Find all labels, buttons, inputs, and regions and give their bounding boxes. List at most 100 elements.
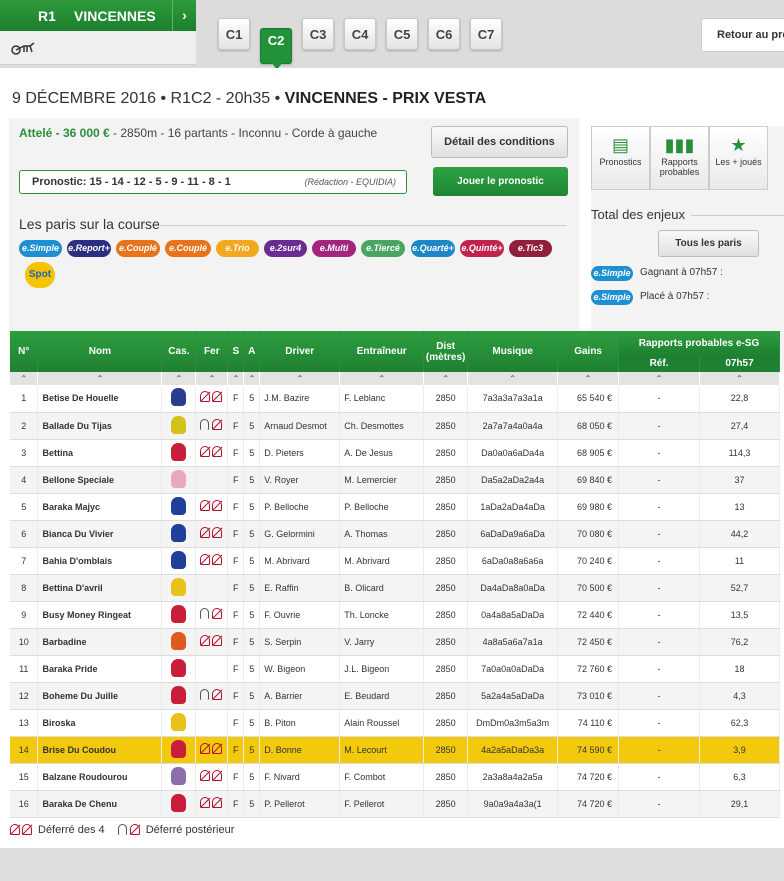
right-icon-0[interactable]: ▤ Pronostics bbox=[591, 126, 650, 190]
table-row[interactable]: 7 Bahia D'omblais F 5 M. Abrivard M. Abrivard… bbox=[10, 547, 781, 575]
bet-badge[interactable]: e.Quinté+ bbox=[460, 240, 504, 257]
reunion-badge[interactable]: R1 VINCENNES › bbox=[0, 0, 196, 31]
tous-paris-button[interactable]: Tous les paris bbox=[658, 230, 759, 257]
table-row[interactable]: 1 Betise De Houelle F 5 J.M. Bazire F. Leblan… bbox=[10, 385, 781, 413]
retour-button[interactable]: Retour au pro bbox=[701, 18, 784, 52]
sort-icon[interactable]: ⌃ bbox=[161, 372, 197, 385]
col-casaque[interactable]: Cas. bbox=[161, 331, 197, 372]
tab-c4[interactable]: C4 bbox=[344, 18, 376, 50]
col-num[interactable]: N° bbox=[10, 331, 39, 372]
cell-musique: Da0a0a6aDa4a bbox=[467, 439, 559, 467]
casaque-icon bbox=[171, 523, 187, 542]
right-icon-2[interactable]: ★ Les + joués bbox=[709, 126, 768, 190]
cell-dist: 2850 bbox=[423, 547, 469, 575]
table-row[interactable]: 8 Bettina D'avril F 5 E. Raffin B. Olicard 285… bbox=[10, 574, 781, 602]
sort-icon[interactable]: ⌃ bbox=[557, 372, 620, 385]
bet-badge[interactable]: e.Trio bbox=[216, 240, 259, 257]
col-fer[interactable]: Fer bbox=[195, 331, 229, 372]
bet-badge[interactable]: e.Multi bbox=[312, 240, 356, 257]
chevron-right-icon[interactable]: › bbox=[172, 0, 196, 31]
cell-nom: Busy Money Ringeat bbox=[37, 601, 163, 629]
table-row[interactable]: 16 Baraka De Chenu F 5 P. Pellerot F. Pellero… bbox=[10, 790, 781, 818]
sort-icon[interactable]: ⌃ bbox=[10, 372, 39, 385]
detail-conditions-button[interactable]: Détail des conditions bbox=[431, 126, 568, 158]
col-time[interactable]: 07h57 bbox=[699, 355, 781, 372]
cell-casaque bbox=[161, 763, 197, 791]
jouer-pronostic-button[interactable]: Jouer le pronostic bbox=[433, 167, 568, 196]
sort-icon[interactable]: ⌃ bbox=[37, 372, 163, 385]
table-row[interactable]: 6 Bianca Du Vivier F 5 G. Gelormini A. Thomas… bbox=[10, 520, 781, 548]
casaque-icon bbox=[171, 685, 187, 704]
right-icon-1[interactable]: ▮▮▮ Rapports probables bbox=[650, 126, 709, 190]
col-sexe[interactable]: S bbox=[227, 331, 245, 372]
table-row[interactable]: 9 Busy Money Ringeat F 5 F. Ouvrie Th. Loncke… bbox=[10, 601, 781, 629]
tab-c5[interactable]: C5 bbox=[386, 18, 418, 50]
sort-icon[interactable]: ⌃ bbox=[423, 372, 469, 385]
cell-casaque bbox=[161, 493, 197, 521]
sort-icon[interactable]: ⌃ bbox=[467, 372, 559, 385]
bet-badge[interactable]: e.Report+ bbox=[67, 240, 111, 257]
table-row[interactable]: 15 Balzane Roudourou F 5 F. Nivard F. Combot 2… bbox=[10, 763, 781, 791]
col-nom[interactable]: Nom bbox=[37, 331, 163, 372]
table-row[interactable]: 11 Baraka Pride F 5 W. Bigeon J.L. Bigeon 2850… bbox=[10, 655, 781, 683]
cell-driver: V. Royer bbox=[259, 466, 341, 494]
tab-c2[interactable]: C2 bbox=[260, 28, 292, 70]
sort-icon[interactable]: ⌃ bbox=[699, 372, 781, 385]
cell-age: 5 bbox=[243, 412, 261, 440]
cell-fer bbox=[195, 520, 229, 548]
cell-age: 5 bbox=[243, 493, 261, 521]
tab-c7[interactable]: C7 bbox=[470, 18, 502, 50]
deferre-4-icon bbox=[199, 553, 224, 566]
right-icon-label: Les + joués bbox=[715, 157, 762, 167]
cell-ref: - bbox=[618, 547, 700, 575]
bet-badge[interactable]: e.Tic3 bbox=[509, 240, 552, 257]
tab-c6[interactable]: C6 bbox=[428, 18, 460, 50]
cell-musique: 0a4a8a5aDaDa bbox=[467, 601, 559, 629]
col-rapports: Rapports probables e-SG bbox=[618, 331, 780, 355]
table-row[interactable]: 12 Boheme Du Juille F 5 A. Barrier E. Beudard… bbox=[10, 682, 781, 710]
tab-c3[interactable]: C3 bbox=[302, 18, 334, 50]
col-ref[interactable]: Réf. bbox=[618, 355, 700, 372]
bet-badge[interactable]: e.Quarté+ bbox=[411, 240, 455, 257]
cell-gains: 70 500 € bbox=[557, 574, 620, 602]
cell-age: 5 bbox=[243, 466, 261, 494]
col-dist[interactable]: Dist (mètres) bbox=[423, 331, 469, 372]
footer-bar bbox=[0, 848, 784, 881]
col-gains[interactable]: Gains bbox=[557, 331, 620, 372]
gagnant-label: Gagnant à 07h57 : bbox=[640, 267, 723, 278]
bet-badge[interactable]: e.Couplé bbox=[116, 240, 160, 257]
spot-badge[interactable]: Spot bbox=[25, 262, 55, 288]
table-row[interactable]: 4 Bellone Speciale F 5 V. Royer M. Lemercier 2… bbox=[10, 466, 781, 494]
table-row[interactable]: 3 Bettina F 5 D. Pieters A. De Jesus 2850 Da0a0… bbox=[10, 439, 781, 467]
col-musique[interactable]: Musique bbox=[467, 331, 559, 372]
cell-gains: 72 450 € bbox=[557, 628, 620, 656]
deferre-4-icon bbox=[10, 824, 34, 836]
col-entraineur[interactable]: Entraîneur bbox=[339, 331, 425, 372]
table-row[interactable]: 14 Brise Du Coudou F 5 D. Bonne M. Lecourt 285… bbox=[10, 736, 781, 764]
cell-gains: 69 840 € bbox=[557, 466, 620, 494]
cell-rapport: 52,7 bbox=[699, 574, 781, 602]
bet-badge[interactable]: e.2sur4 bbox=[264, 240, 307, 257]
enjeux-title: Total des enjeux bbox=[591, 207, 685, 222]
col-driver[interactable]: Driver bbox=[259, 331, 341, 372]
cell-entraineur: P. Belloche bbox=[339, 493, 425, 521]
sort-icon[interactable]: ⌃ bbox=[339, 372, 425, 385]
bet-badge[interactable]: e.Tiercé bbox=[361, 240, 405, 257]
bet-badge[interactable]: e.Simple bbox=[19, 240, 62, 257]
cell-ref: - bbox=[618, 790, 700, 818]
tab-c1[interactable]: C1 bbox=[218, 18, 250, 50]
col-age[interactable]: A bbox=[243, 331, 261, 372]
sort-icon[interactable]: ⌃ bbox=[259, 372, 341, 385]
bet-badge[interactable]: e.Couplé bbox=[165, 240, 211, 257]
cell-ref: - bbox=[618, 466, 700, 494]
table-row[interactable]: 10 Barbadine F 5 S. Serpin V. Jarry 2850 4a8a5a… bbox=[10, 628, 781, 656]
pronostic-source: (Rédaction - EQUIDIA) bbox=[304, 177, 396, 187]
table-row[interactable]: 5 Baraka Majyc F 5 P. Belloche P. Belloche 285… bbox=[10, 493, 781, 521]
cell-casaque bbox=[161, 520, 197, 548]
table-row[interactable]: 13 Biroska F 5 B. Piton Alain Roussel 2850 DmDm… bbox=[10, 709, 781, 737]
sort-icon[interactable]: ⌃ bbox=[243, 372, 261, 385]
sort-icon[interactable]: ⌃ bbox=[618, 372, 700, 385]
sort-icon[interactable]: ⌃ bbox=[227, 372, 245, 385]
sort-icon[interactable]: ⌃ bbox=[195, 372, 229, 385]
table-row[interactable]: 2 Ballade Du Tijas F 5 Arnaud Desmot Ch. Desm… bbox=[10, 412, 781, 440]
